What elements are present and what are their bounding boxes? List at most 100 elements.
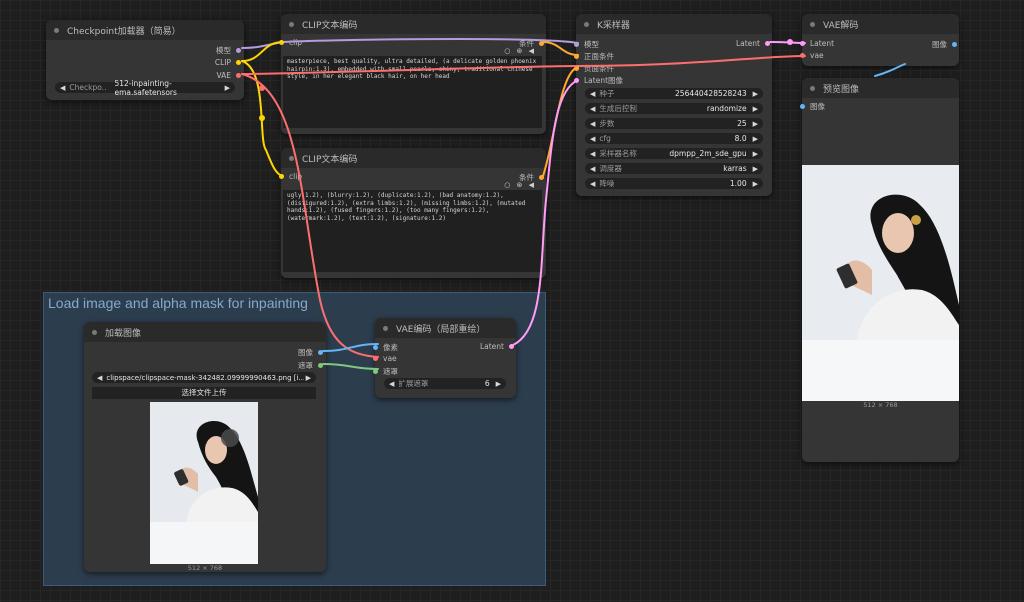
clip-socket-icon[interactable] [236,60,241,65]
vae-decode-node[interactable]: VAE解码 Latent vae 图像 [800,14,959,66]
collapse-dot-icon[interactable] [383,325,388,331]
arrow-right-icon[interactable]: ▶ [225,84,230,92]
clip-text-encode-positive-node[interactable]: CLIP文本编码 clip 条件 ○ ⊛ ◀ masterpiece, best… [279,14,546,134]
checkpoint-loader-header[interactable]: Checkpoint加载器（简易） [46,20,244,40]
latent-socket-icon[interactable] [574,78,579,83]
loaded-image[interactable] [150,402,258,564]
arrow-right-icon[interactable]: ▶ [753,105,758,113]
arrow-left-icon[interactable]: ◀ [60,84,65,92]
conditioning-socket-icon[interactable] [574,66,579,71]
checkpoint-loader-node[interactable]: Checkpoint加载器（简易） 模型 CLIP VAE ◀ Checkpo.… [46,20,244,100]
output-vae[interactable]: VAE [216,71,241,80]
load-image-node[interactable]: 加载图像 图像 遮罩 ◀ clipspace/clipspace-mask-34… [84,322,326,572]
input-vae[interactable]: vae [800,51,824,60]
vae-socket-icon[interactable] [800,53,805,58]
arrow-right-icon[interactable]: ▶ [753,150,758,158]
vae-encode-inpaint-node[interactable]: VAE编码（局部重绘） 像素 vae 遮罩 Latent ◀ 扩展遮罩 6 ▶ [373,318,516,398]
image-file-combo[interactable]: ◀ clipspace/clipspace-mask-342482.099999… [92,372,316,383]
clip-socket-icon[interactable] [279,40,284,45]
input-pixels[interactable]: 像素 [373,342,398,353]
grow-mask-widget[interactable]: ◀ 扩展遮罩 6 ▶ [384,378,506,389]
load-image-header[interactable]: 加载图像 [84,322,326,342]
input-model[interactable]: 模型 [574,39,599,50]
image-socket-icon[interactable] [373,345,378,350]
collapse-dot-icon[interactable] [289,155,294,161]
cfg-widget[interactable]: ◀ cfg 8.0 ▶ [585,133,763,144]
input-latent[interactable]: Latent图像 [574,75,623,86]
steps-widget[interactable]: ◀ 步数 25 ▶ [585,118,763,129]
conditioning-socket-icon[interactable] [574,54,579,59]
prompt-textarea[interactable]: masterpiece, best quality, ultra detaile… [283,56,542,128]
arrow-left-icon[interactable]: ◀ [590,120,595,128]
input-clip[interactable]: clip [279,38,302,47]
upload-button[interactable]: 选择文件上传 [92,387,316,399]
preview-image-node[interactable]: 预览图像 图像 512 × 768 [800,78,959,462]
arrow-left-icon[interactable]: ◀ [590,165,595,173]
input-mask[interactable]: 遮罩 [373,366,398,377]
vae-decode-header[interactable]: VAE解码 [802,14,959,34]
prompt-textarea[interactable]: ugly:1.2), (blurry:1.2), (duplicate:1.2)… [283,190,542,272]
conditioning-socket-icon[interactable] [539,41,544,46]
output-image[interactable]: 图像 [932,39,957,50]
collapse-dot-icon[interactable] [584,21,589,27]
arrow-left-icon[interactable]: ◀ [590,135,595,143]
input-clip[interactable]: clip [279,172,302,181]
textarea-tools[interactable]: ○ ⊛ ◀ [504,47,536,55]
arrow-left-icon[interactable]: ◀ [97,374,102,382]
ckpt-name-combo[interactable]: ◀ Checkpo.. 512-inpainting-ema.safetenso… [55,79,235,97]
vae-socket-icon[interactable] [236,73,241,78]
collapse-dot-icon[interactable] [810,21,815,27]
model-socket-icon[interactable] [236,48,241,53]
collapse-dot-icon[interactable] [54,27,59,33]
collapse-dot-icon[interactable] [92,329,97,335]
preview-image[interactable] [802,165,959,401]
arrow-right-icon[interactable]: ▶ [753,90,758,98]
input-negative[interactable]: 负面条件 [574,63,614,74]
ksampler-node[interactable]: K采样器 模型 正面条件 负面条件 Latent图像 Latent ◀ 种子 256… [574,14,772,196]
arrow-right-icon[interactable]: ▶ [496,380,501,388]
arrow-right-icon[interactable]: ▶ [753,180,758,188]
input-vae[interactable]: vae [373,354,397,363]
vae-socket-icon[interactable] [373,356,378,361]
control-after-generate-widget[interactable]: ◀ 生成后控制 randomize ▶ [585,103,763,114]
conditioning-socket-icon[interactable] [539,175,544,180]
seed-widget[interactable]: ◀ 种子 256440428528243 ▶ [585,88,763,99]
arrow-right-icon[interactable]: ▶ [753,120,758,128]
latent-socket-icon[interactable] [509,344,514,349]
output-model[interactable]: 模型 [216,45,241,56]
arrow-right-icon[interactable]: ▶ [753,165,758,173]
model-socket-icon[interactable] [574,42,579,47]
collapse-dot-icon[interactable] [289,21,294,27]
clip-text-encode-negative-node[interactable]: CLIP文本编码 clip 条件 ○ ⊛ ◀ ugly:1.2), (blurr… [279,148,546,278]
output-image[interactable]: 图像 [298,347,323,358]
output-latent[interactable]: Latent [480,342,514,351]
output-mask[interactable]: 遮罩 [298,360,323,371]
arrow-left-icon[interactable]: ◀ [389,380,394,388]
arrow-left-icon[interactable]: ◀ [590,105,595,113]
output-latent[interactable]: Latent [736,39,770,48]
input-latent[interactable]: Latent [800,39,834,48]
vae-encode-header[interactable]: VAE编码（局部重绘） [375,318,516,338]
output-clip[interactable]: CLIP [215,58,241,67]
clip-socket-icon[interactable] [279,174,284,179]
mask-socket-icon[interactable] [373,369,378,374]
image-socket-icon[interactable] [800,104,805,109]
arrow-left-icon[interactable]: ◀ [590,180,595,188]
arrow-right-icon[interactable]: ▶ [306,374,311,382]
arrow-left-icon[interactable]: ◀ [590,90,595,98]
image-socket-icon[interactable] [952,42,957,47]
ksampler-header[interactable]: K采样器 [576,14,772,34]
scheduler-widget[interactable]: ◀ 调度器 karras ▶ [585,163,763,174]
preview-header[interactable]: 预览图像 [802,78,959,98]
input-image[interactable]: 图像 [800,101,825,112]
input-positive[interactable]: 正面条件 [574,51,614,62]
clip-positive-header[interactable]: CLIP文本编码 [281,14,546,34]
sampler-name-widget[interactable]: ◀ 采样器名称 dpmpp_2m_sde_gpu ▶ [585,148,763,159]
mask-socket-icon[interactable] [318,363,323,368]
collapse-dot-icon[interactable] [810,85,815,91]
denoise-widget[interactable]: ◀ 降噪 1.00 ▶ [585,178,763,189]
latent-socket-icon[interactable] [765,41,770,46]
arrow-right-icon[interactable]: ▶ [753,135,758,143]
arrow-left-icon[interactable]: ◀ [590,150,595,158]
clip-negative-header[interactable]: CLIP文本编码 [281,148,546,168]
